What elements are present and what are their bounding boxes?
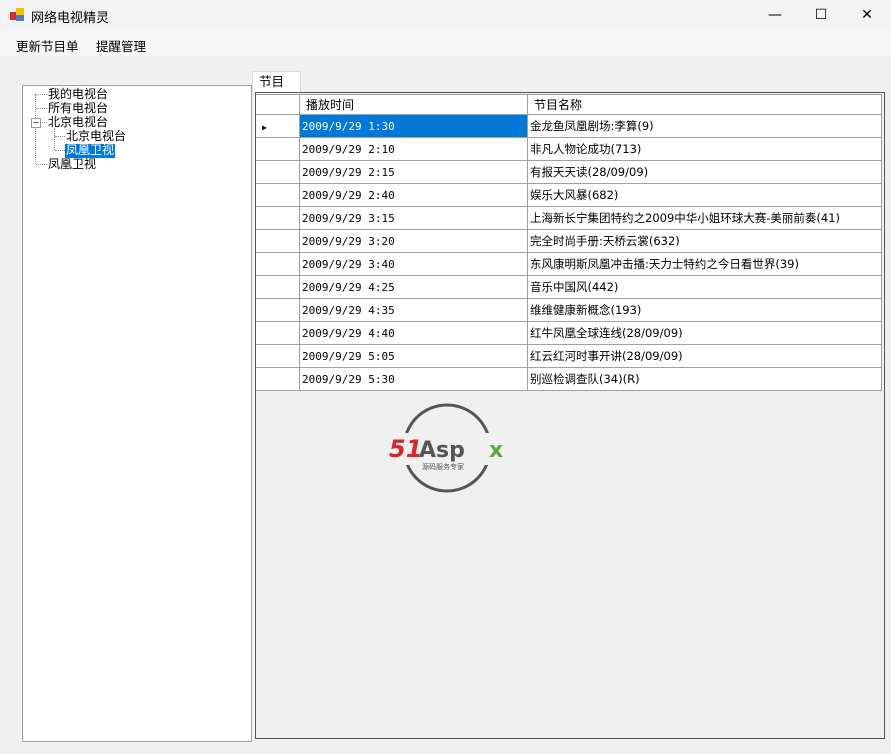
collapse-icon[interactable]: − xyxy=(31,118,41,128)
watermark-logo: 51 Asp x 源码服务专家 xyxy=(387,403,512,493)
row-header[interactable]: ▶ xyxy=(256,114,300,138)
current-row-icon: ▶ xyxy=(262,122,267,132)
column-header-time[interactable]: 播放时间 xyxy=(299,94,528,115)
cell-program-name[interactable]: 红牛凤凰全球连线(28/09/09) xyxy=(527,321,882,345)
cell-time[interactable]: 2009/9/29 2:10 xyxy=(299,137,528,161)
tab-programs[interactable]: 节目 xyxy=(252,71,301,92)
row-header-corner xyxy=(256,94,300,115)
table-row[interactable]: 2009/9/29 4:35 维维健康新概念(193) xyxy=(256,298,882,322)
cell-time[interactable]: 2009/9/29 5:05 xyxy=(299,344,528,368)
minimize-button[interactable]: — xyxy=(752,0,798,30)
cell-program-name[interactable]: 别巡检调查队(34)(R) xyxy=(527,367,882,391)
window-title: 网络电视精灵 xyxy=(31,11,110,26)
svg-text:51: 51 xyxy=(389,435,422,463)
menu-bar: 更新节目单 提醒管理 xyxy=(0,30,891,56)
row-header[interactable] xyxy=(256,298,300,322)
tree-node-my-channels[interactable]: 我的电视台 xyxy=(47,88,109,102)
cell-program-name[interactable]: 娱乐大风暴(682) xyxy=(527,183,882,207)
cell-program-name[interactable]: 有报天天读(28/09/09) xyxy=(527,160,882,184)
cell-program-name[interactable]: 音乐中国风(442) xyxy=(527,275,882,299)
table-row[interactable]: 2009/9/29 2:15 有报天天读(28/09/09) xyxy=(256,160,882,184)
table-row[interactable]: 2009/9/29 5:05 红云红河时事开讲(28/09/09) xyxy=(256,344,882,368)
cell-program-name[interactable]: 完全时尚手册:天桥云裳(632) xyxy=(527,229,882,253)
cell-time[interactable]: 2009/9/29 4:25 xyxy=(299,275,528,299)
table-row[interactable]: 2009/9/29 3:20 完全时尚手册:天桥云裳(632) xyxy=(256,229,882,253)
row-header[interactable] xyxy=(256,344,300,368)
menu-reminder-management[interactable]: 提醒管理 xyxy=(96,36,146,55)
title-bar: 网络电视精灵 — ☐ ✕ xyxy=(0,0,891,30)
row-header[interactable] xyxy=(256,183,300,207)
cell-time[interactable]: 2009/9/29 4:40 xyxy=(299,321,528,345)
tree-node-beijing-tv[interactable]: 北京电视台 xyxy=(47,116,109,130)
row-header[interactable] xyxy=(256,137,300,161)
row-header[interactable] xyxy=(256,367,300,391)
table-row[interactable]: 2009/9/29 4:40 红牛凤凰全球连线(28/09/09) xyxy=(256,321,882,345)
cell-time[interactable]: 2009/9/29 2:40 xyxy=(299,183,528,207)
tree-node-beijing-tv-child[interactable]: 北京电视台 xyxy=(65,130,127,144)
svg-text:Asp: Asp xyxy=(419,438,465,463)
cell-program-name[interactable]: 东风康明斯凤凰冲击播:天力士特约之今日看世界(39) xyxy=(527,252,882,276)
table-row[interactable]: 2009/9/29 4:25 音乐中国风(442) xyxy=(256,275,882,299)
tree-node-phoenix-selected[interactable]: 凤凰卫视 xyxy=(65,144,116,158)
cell-time[interactable]: 2009/9/29 2:15 xyxy=(299,160,528,184)
cell-program-name[interactable]: 维维健康新概念(193) xyxy=(527,298,882,322)
svg-text:源码服务专家: 源码服务专家 xyxy=(422,462,464,471)
svg-text:x: x xyxy=(489,438,503,463)
row-header[interactable] xyxy=(256,160,300,184)
table-row[interactable]: 2009/9/29 3:15 上海新长宁集团特约之2009中华小姐环球大赛-美丽前… xyxy=(256,206,882,230)
row-header[interactable] xyxy=(256,229,300,253)
table-row[interactable]: ▶ 2009/9/29 1:30 金龙鱼凤凰剧场:李算(9) xyxy=(256,114,882,138)
cell-time[interactable]: 2009/9/29 4:35 xyxy=(299,298,528,322)
cell-time[interactable]: 2009/9/29 1:30 xyxy=(299,114,528,138)
channel-tree: − 我的电视台 所有电视台 北京电视台 北京电视台 凤凰卫视 凤凰卫视 xyxy=(22,85,252,742)
table-row[interactable]: 2009/9/29 2:10 非凡人物论成功(713) xyxy=(256,137,882,161)
program-grid: 播放时间 节目名称 ▶ 2009/9/29 1:30 金龙鱼凤凰剧场:李算(9) 20… xyxy=(255,92,885,739)
cell-time[interactable]: 2009/9/29 3:20 xyxy=(299,229,528,253)
row-header[interactable] xyxy=(256,252,300,276)
table-row[interactable]: 2009/9/29 2:40 娱乐大风暴(682) xyxy=(256,183,882,207)
tree-node-phoenix[interactable]: 凤凰卫视 xyxy=(47,158,97,172)
row-header[interactable] xyxy=(256,275,300,299)
cell-program-name[interactable]: 金龙鱼凤凰剧场:李算(9) xyxy=(527,114,882,138)
cell-program-name[interactable]: 红云红河时事开讲(28/09/09) xyxy=(527,344,882,368)
cell-program-name[interactable]: 非凡人物论成功(713) xyxy=(527,137,882,161)
cell-program-name[interactable]: 上海新长宁集团特约之2009中华小姐环球大赛-美丽前奏(41) xyxy=(527,206,882,230)
row-header[interactable] xyxy=(256,321,300,345)
menu-update-schedule[interactable]: 更新节目单 xyxy=(16,36,79,55)
cell-time[interactable]: 2009/9/29 3:15 xyxy=(299,206,528,230)
app-icon xyxy=(10,8,24,21)
table-row[interactable]: 2009/9/29 3:40 东风康明斯凤凰冲击播:天力士特约之今日看世界(39) xyxy=(256,252,882,276)
column-header-name[interactable]: 节目名称 xyxy=(527,94,882,115)
tree-node-all-channels[interactable]: 所有电视台 xyxy=(47,102,109,116)
table-row[interactable]: 2009/9/29 5:30 别巡检调查队(34)(R) xyxy=(256,367,882,391)
cell-time[interactable]: 2009/9/29 3:40 xyxy=(299,252,528,276)
row-header[interactable] xyxy=(256,206,300,230)
cell-time[interactable]: 2009/9/29 5:30 xyxy=(299,367,528,391)
maximize-button[interactable]: ☐ xyxy=(798,0,844,30)
close-button[interactable]: ✕ xyxy=(844,0,890,30)
